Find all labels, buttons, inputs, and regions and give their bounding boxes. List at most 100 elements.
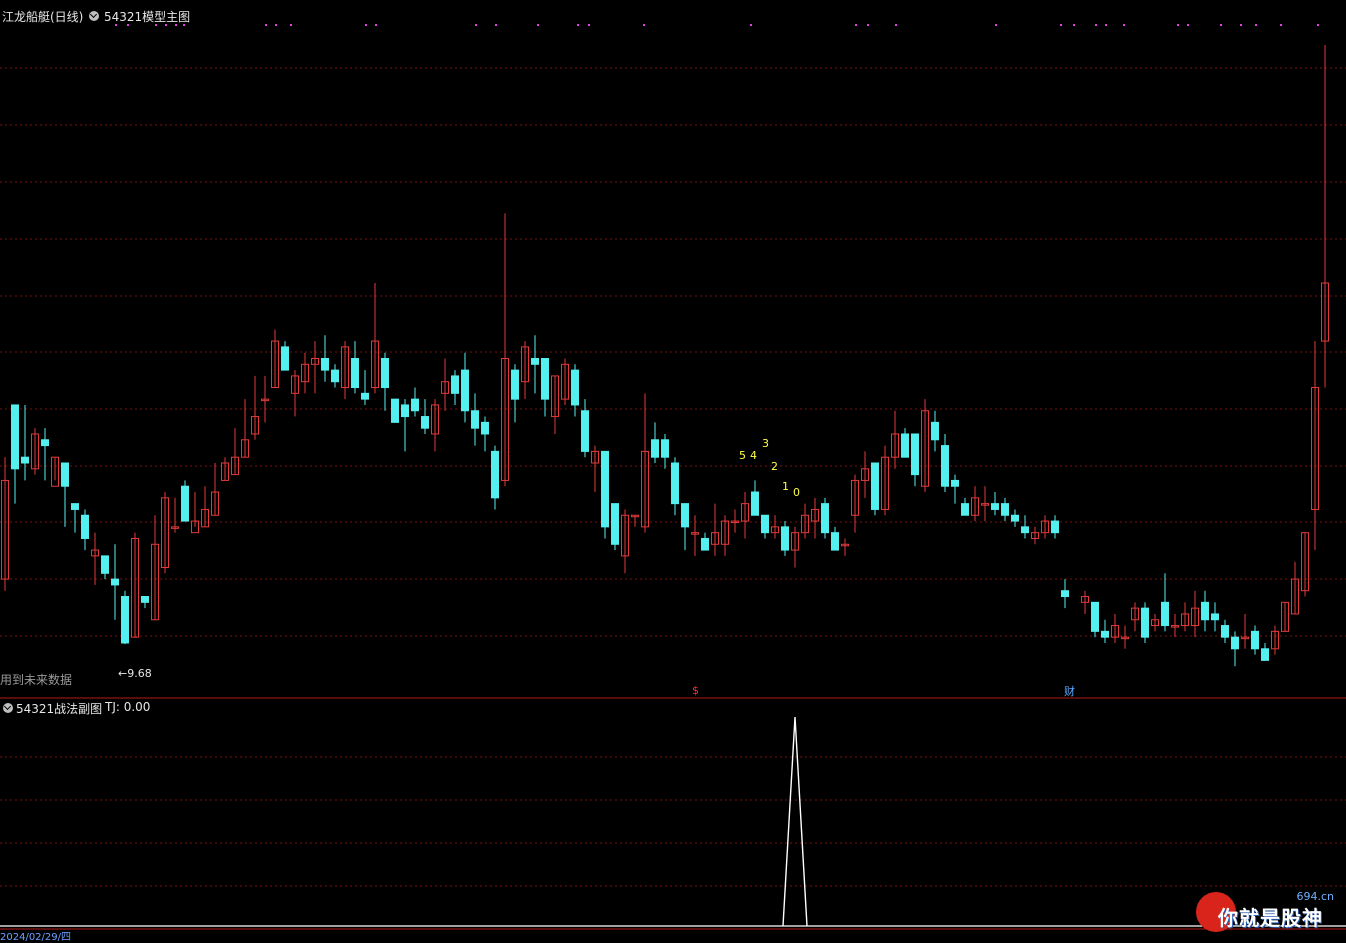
- countdown-label: 2: [771, 460, 778, 473]
- candle-down: [1061, 590, 1069, 598]
- future-data-note: 用到未来数据: [0, 673, 73, 687]
- signal-dot: [1123, 24, 1125, 26]
- candle-down: [951, 479, 959, 487]
- candle-down: [991, 503, 999, 510]
- candle-down: [651, 439, 659, 458]
- candle-down: [1101, 630, 1109, 638]
- signal-dot: [537, 24, 539, 26]
- signal-dot: [1220, 24, 1222, 26]
- candle-down: [1221, 625, 1229, 638]
- candle-down: [391, 398, 399, 423]
- candle-down: [1201, 601, 1209, 621]
- stock-title: 江龙船艇(日线): [2, 10, 84, 24]
- candle-down: [531, 358, 539, 365]
- candle-down: [461, 369, 469, 412]
- candle-down: [41, 439, 49, 447]
- candle-down: [1051, 520, 1059, 534]
- candle-down: [121, 596, 129, 644]
- candle-down: [1011, 514, 1019, 522]
- signal-dot: [495, 24, 497, 26]
- candle-down: [181, 485, 189, 522]
- countdown-label: 5: [739, 449, 746, 462]
- candle-down: [111, 578, 119, 586]
- candle-down: [21, 456, 29, 464]
- candle-down: [1161, 601, 1169, 627]
- candle-down: [931, 421, 939, 441]
- candle-down: [671, 462, 679, 505]
- candle-down: [781, 526, 789, 551]
- candle-down: [571, 369, 579, 406]
- signal-dot: [1187, 24, 1189, 26]
- candle-down: [701, 537, 709, 551]
- candle-down: [1001, 503, 1009, 516]
- candle-down: [1211, 613, 1219, 621]
- candle-down: [401, 404, 409, 418]
- candle-down: [361, 392, 369, 400]
- candle-down: [321, 358, 329, 371]
- candle-down: [911, 433, 919, 476]
- candle-down: [961, 503, 969, 516]
- signal-dot: [1105, 24, 1107, 26]
- candle-down: [661, 439, 669, 458]
- sub-dropdown-chevron-icon[interactable]: [3, 703, 13, 713]
- candle-down: [61, 462, 69, 487]
- signal-dot: [1255, 24, 1257, 26]
- candle-down: [751, 491, 759, 516]
- chart-canvas: 5 4321 0: [0, 24, 1346, 930]
- candle-down: [761, 514, 769, 534]
- candle-down: [1141, 607, 1149, 638]
- candle-down: [611, 503, 619, 545]
- watermark-logo: 694.cn 你就是股神: [1196, 890, 1342, 934]
- candle-down: [601, 450, 609, 528]
- signal-dot: [1177, 24, 1179, 26]
- dropdown-chevron-icon[interactable]: [89, 11, 99, 21]
- candle-down: [381, 358, 389, 389]
- signal-dot: [475, 24, 477, 26]
- candle-down: [101, 555, 109, 574]
- signal-cai-marker[interactable]: 财: [1064, 683, 1075, 699]
- candle-down: [1021, 526, 1029, 534]
- candle-down: [331, 369, 339, 383]
- signal-dot: [855, 24, 857, 26]
- countdown-label: 3: [762, 437, 769, 450]
- signal-dot: [1095, 24, 1097, 26]
- countdown-label: 0: [793, 486, 800, 499]
- candle-down: [81, 514, 89, 539]
- candle-down: [351, 358, 359, 389]
- signal-dot: [1317, 24, 1319, 26]
- signal-dot: [867, 24, 869, 26]
- candle-down: [901, 433, 909, 458]
- tj-value: TJ: 0.00: [105, 700, 151, 714]
- signal-dot: [895, 24, 897, 26]
- candle-down: [681, 503, 689, 528]
- candle-down: [1251, 630, 1259, 650]
- sub-grid: [0, 756, 1346, 887]
- candle-down: [411, 398, 419, 412]
- candle-down: [821, 503, 829, 534]
- candle-down: [421, 416, 429, 429]
- signal-dot: [1280, 24, 1282, 26]
- signal-dot: [290, 24, 292, 26]
- signal-dot: [1073, 24, 1075, 26]
- candle-down: [1091, 601, 1099, 632]
- model-name[interactable]: 54321模型主图: [104, 8, 190, 25]
- countdown-label: 1: [782, 480, 789, 493]
- countdown-labels: 5 4321 0: [739, 437, 800, 499]
- countdown-label: 4: [750, 449, 757, 462]
- sub-chart-title[interactable]: 54321战法副图: [16, 700, 102, 717]
- candle-down: [871, 462, 879, 510]
- candle-down: [941, 445, 949, 487]
- signal-dot: [995, 24, 997, 26]
- signal-dot: [275, 24, 277, 26]
- signal-dot: [265, 24, 267, 26]
- candle-down: [491, 450, 499, 499]
- signal-dot: [643, 24, 645, 26]
- signal-s-marker[interactable]: $: [692, 684, 699, 697]
- candle-down: [831, 532, 839, 551]
- candles-layer[interactable]: [1, 45, 1329, 667]
- low-price-label: ←9.68: [118, 667, 152, 680]
- candle-down: [471, 410, 479, 429]
- candle-down: [1261, 648, 1269, 661]
- signal-dot: [1240, 24, 1242, 26]
- signal-dots-layer: [115, 24, 1319, 26]
